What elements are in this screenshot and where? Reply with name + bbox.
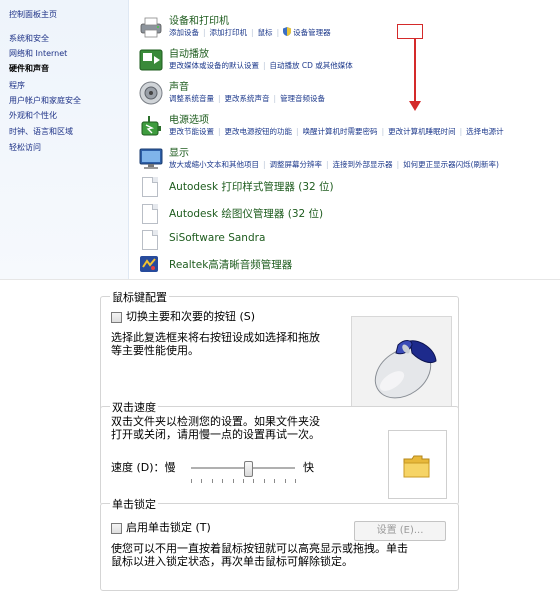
sleep-time-link[interactable]: 更改计算机睡眠时间 (388, 126, 456, 137)
button-config-desc-2: 等主要性能使用。 (111, 344, 199, 357)
sidebar: 控制面板主页 系统和安全 网络和 Internet 硬件和声音 程序 用户帐户和… (0, 0, 129, 280)
click-lock-desc-2: 鼠标以进入锁定状态，再次单击鼠标可解除锁定。 (111, 555, 353, 568)
choose-power-plan-link[interactable]: 选择电源计 (466, 126, 504, 137)
speed-slider-thumb[interactable] (244, 461, 254, 477)
speed-label: 速度 (D)：慢 (111, 461, 176, 474)
power-icon (138, 113, 164, 139)
sidebar-item-ease-of-access[interactable]: 轻松访问 (9, 142, 41, 153)
double-click-desc-2: 打开或关闭，请用慢一点的设置再试一次。 (111, 428, 320, 441)
document-icon (142, 177, 158, 197)
program-sisoftware-sandra[interactable]: SiSoftware Sandra (128, 229, 560, 251)
mouse-link-highlight (397, 24, 423, 39)
folder-icon (403, 453, 431, 482)
program-label[interactable]: Autodesk 绘图仪管理器 (32 位) (169, 206, 323, 221)
category-title[interactable]: 电源选项 (169, 111, 209, 126)
speaker-icon (138, 80, 164, 106)
category-title[interactable]: 自动播放 (169, 45, 209, 60)
sidebar-item-system-security[interactable]: 系统和安全 (9, 33, 49, 44)
autoplay-cd-link[interactable]: 自动播放 CD 或其他媒体 (270, 60, 353, 71)
category-links: 更改媒体或设备的默认设置 | 自动播放 CD 或其他媒体 (169, 60, 353, 71)
document-icon (142, 204, 158, 224)
slider-tick (274, 479, 276, 483)
group-title: 鼠标键配置 (110, 289, 169, 305)
double-click-speed-group: 双击速度 双击文件夹以检测您的设置。如果文件夹没 打开或关闭，请用慢一点的设置再… (100, 399, 459, 505)
device-manager-link[interactable]: 设备管理器 (293, 27, 331, 38)
shield-icon (283, 27, 292, 36)
group-title: 双击速度 (110, 399, 158, 415)
slider-tick (263, 479, 265, 483)
control-panel-window: 控制面板主页 系统和安全 网络和 Internet 硬件和声音 程序 用户帐户和… (0, 0, 560, 280)
change-system-sounds-link[interactable]: 更改系统声音 (225, 93, 270, 104)
slider-tick (191, 479, 192, 483)
annotation-arrow-line (414, 39, 416, 104)
group-title: 单击锁定 (110, 496, 158, 512)
adjust-volume-link[interactable]: 调整系统音量 (169, 93, 214, 104)
category-links: 放大或缩小文本和其他项目 | 调整屏幕分辨率 | 连接到外部显示器 | 如何更正显示器闪烁(… (169, 159, 499, 170)
category-title[interactable]: 声音 (169, 78, 189, 93)
slider-tick (222, 479, 224, 483)
click-lock-group: 单击锁定 启用单击锁定 (T) 设置 (E)... 使您可以不用一直按着鼠标按钮… (100, 496, 459, 591)
main-content: 设备和打印机 添加设备 | 添加打印机 | 鼠标 | 设备管理器 自动播放 更改媒体或设备… (128, 0, 560, 280)
program-label[interactable]: SiSoftware Sandra (169, 232, 265, 244)
sidebar-item-hardware-sound[interactable]: 硬件和声音 (9, 63, 49, 74)
sidebar-item-user-accounts[interactable]: 用户帐户和家庭安全 (9, 95, 81, 106)
category-title[interactable]: 显示 (169, 144, 189, 159)
autoplay-icon (138, 47, 164, 73)
slider-tick (243, 479, 244, 483)
power-button-function-link[interactable]: 更改电源按钮的功能 (225, 126, 293, 137)
test-folder-area[interactable] (388, 430, 447, 499)
slider-tick (201, 479, 203, 483)
swap-buttons-checkbox[interactable] (111, 312, 122, 323)
program-autodesk-plotter[interactable]: Autodesk 绘图仪管理器 (32 位) (128, 203, 560, 225)
button-config-group: 鼠标键配置 切换主要和次要的按钮 (S) 选择此复选框来将右按钮设成如选择和拖放… (100, 289, 459, 411)
enable-click-lock-checkbox[interactable] (111, 523, 122, 534)
document-icon (142, 230, 158, 250)
category-links: 添加设备 | 添加打印机 | 鼠标 | 设备管理器 (169, 27, 331, 38)
program-autodesk-print-style[interactable]: Autodesk 打印样式管理器 (32 位) (128, 176, 560, 198)
sidebar-item-programs[interactable]: 程序 (9, 80, 25, 91)
realtek-icon (140, 256, 158, 272)
printer-icon (138, 14, 164, 40)
enable-click-lock-label[interactable]: 启用单击锁定 (T) (126, 521, 211, 535)
category-links: 更改节能设置 | 更改电源按钮的功能 | 唤醒计算机时需要密码 | 更改计算机睡眠时间 | 选择… (169, 126, 504, 137)
screen-resolution-link[interactable]: 调整屏幕分辨率 (270, 159, 323, 170)
sidebar-item-network[interactable]: 网络和 Internet (9, 48, 67, 59)
mouse-link[interactable]: 鼠标 (258, 27, 273, 38)
mouse-icon (360, 321, 444, 408)
sidebar-item-clock-region[interactable]: 时钟、语言和区域 (9, 126, 73, 137)
program-label[interactable]: Realtek高清晰音频管理器 (169, 257, 292, 272)
slider-tick (232, 479, 234, 483)
double-click-desc-1: 双击文件夹以检测您的设置。如果文件夹没 (111, 415, 320, 428)
change-power-saving-link[interactable]: 更改节能设置 (169, 126, 214, 137)
click-lock-settings-button[interactable]: 设置 (E)... (354, 521, 446, 541)
add-printer-link[interactable]: 添加打印机 (210, 27, 248, 38)
connect-external-display-link[interactable]: 连接到外部显示器 (333, 159, 393, 170)
program-label[interactable]: Autodesk 打印样式管理器 (32 位) (169, 179, 334, 194)
divider (0, 279, 560, 280)
resize-text-link[interactable]: 放大或缩小文本和其他项目 (169, 159, 259, 170)
program-realtek-audio[interactable]: Realtek高清晰音频管理器 (128, 254, 560, 276)
category-title[interactable]: 设备和打印机 (169, 12, 229, 27)
sidebar-item-appearance[interactable]: 外观和个性化 (9, 110, 57, 121)
slider-tick (295, 479, 296, 483)
speed-slider-track[interactable] (191, 467, 295, 470)
slider-tick (253, 479, 255, 483)
click-lock-desc-1: 使您可以不用一直按着鼠标按钮就可以高亮显示或拖拽。单击 (111, 542, 408, 555)
sidebar-item-home[interactable]: 控制面板主页 (9, 9, 57, 20)
annotation-arrow-head (409, 101, 421, 111)
refresh-rate-link[interactable]: 如何更正显示器闪烁(刷新率) (403, 159, 499, 170)
mouse-properties-dialog: 鼠标键配置 切换主要和次要的按钮 (S) 选择此复选框来将右按钮设成如选择和拖放… (90, 282, 470, 591)
wake-password-link[interactable]: 唤醒计算机时需要密码 (303, 126, 378, 137)
change-default-media-link[interactable]: 更改媒体或设备的默认设置 (169, 60, 259, 71)
swap-buttons-label[interactable]: 切换主要和次要的按钮 (S) (126, 310, 255, 324)
monitor-icon (138, 146, 164, 172)
mouse-preview (351, 316, 452, 410)
category-links: 调整系统音量 | 更改系统声音 | 管理音频设备 (169, 93, 326, 104)
fast-label: 快 (303, 461, 314, 474)
button-config-desc-1: 选择此复选框来将右按钮设成如选择和拖放 (111, 331, 320, 344)
add-device-link[interactable]: 添加设备 (169, 27, 199, 38)
manage-audio-devices-link[interactable]: 管理音频设备 (280, 93, 325, 104)
slider-tick (284, 479, 286, 483)
slider-tick (211, 479, 213, 483)
